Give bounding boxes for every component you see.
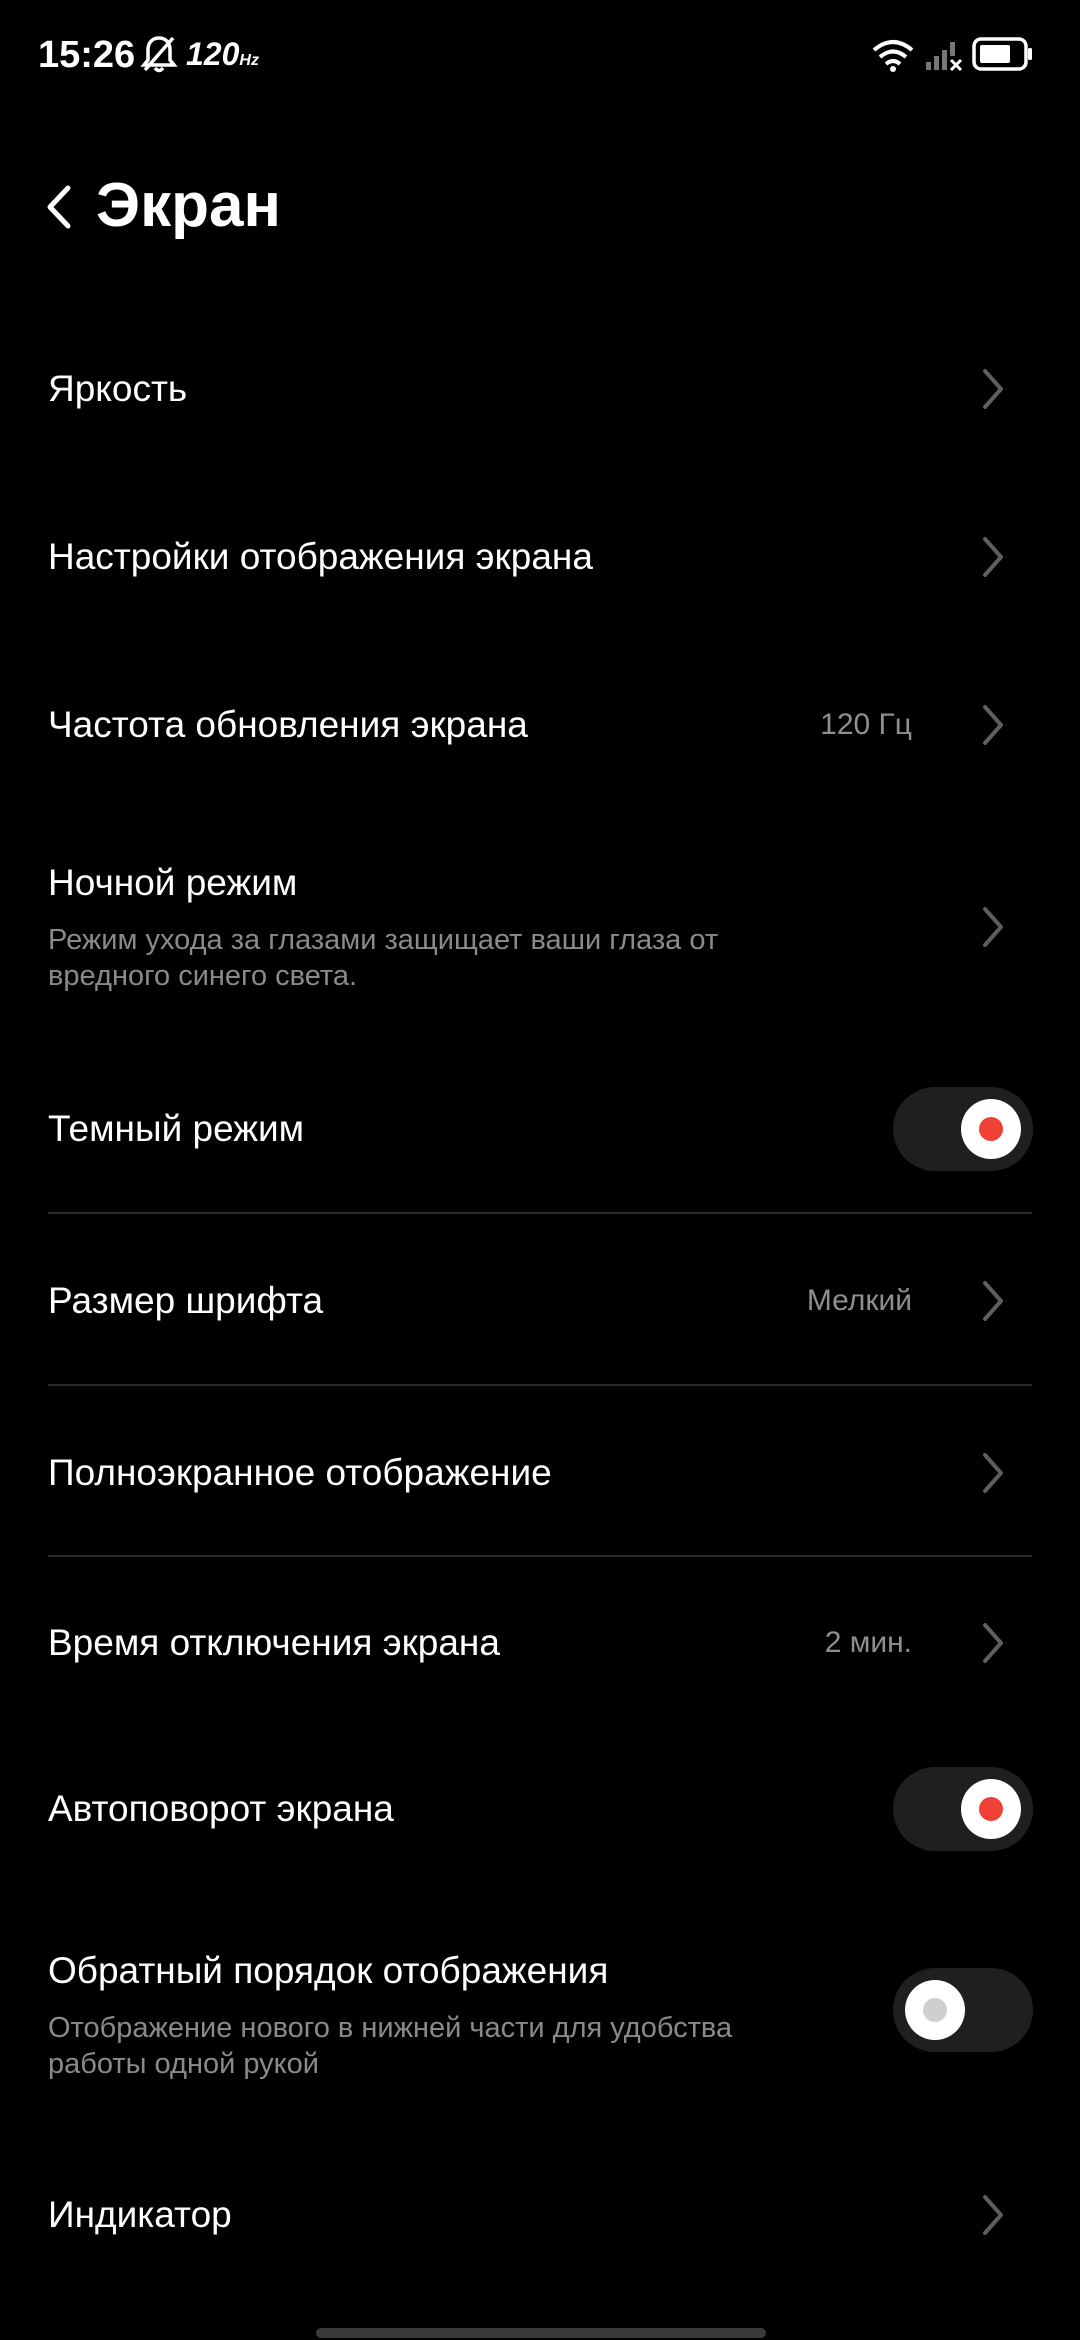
chevron-right-icon (983, 2195, 1003, 2235)
page-header: Экран (0, 160, 1080, 260)
divider (48, 1555, 1032, 1557)
setting-label: Индикатор (48, 2194, 232, 2235)
setting-refresh-rate[interactable]: Частота обновления экрана 120 Гц (0, 666, 1080, 784)
chevron-right-icon (983, 1281, 1003, 1321)
setting-brightness[interactable]: Яркость (0, 330, 1080, 448)
setting-description: Отображение нового в нижней части для уд… (48, 2012, 733, 2080)
chevron-right-icon (983, 369, 1003, 409)
setting-label: Автоповорот экрана (48, 1788, 394, 1829)
setting-dark-mode: Темный режим (0, 1070, 1080, 1188)
divider (48, 1212, 1032, 1214)
setting-night-mode[interactable]: Ночной режим Режим ухода за глазами защи… (0, 840, 1080, 1020)
setting-label: Яркость (48, 368, 188, 409)
refresh-rate-badge: 120Hz (186, 36, 259, 72)
setting-display-settings[interactable]: Настройки отображения экрана (0, 498, 1080, 616)
setting-value: 2 мин. (824, 1626, 912, 1659)
divider (48, 1384, 1032, 1386)
back-arrow-icon[interactable] (44, 182, 74, 232)
toggle-knob (905, 1980, 965, 2040)
status-bar: 15:26 120Hz (0, 0, 1080, 110)
chevron-right-icon (983, 705, 1003, 745)
chevron-right-icon (983, 907, 1003, 947)
toggle-knob (961, 1099, 1021, 1159)
setting-full-screen[interactable]: Полноэкранное отображение (0, 1412, 1080, 1530)
chevron-right-icon (983, 1453, 1003, 1493)
reverse-order-toggle[interactable] (893, 1968, 1033, 2052)
auto-rotate-toggle[interactable] (893, 1767, 1033, 1851)
wifi-icon (872, 40, 914, 72)
page-title: Экран (96, 171, 281, 240)
setting-label: Время отключения экрана (48, 1622, 500, 1663)
setting-auto-rotate: Автоповорот экрана (0, 1750, 1080, 1868)
setting-screen-timeout[interactable]: Время отключения экрана 2 мин. (0, 1584, 1080, 1702)
setting-font-size[interactable]: Размер шрифта Мелкий (0, 1242, 1080, 1360)
signal-icon (926, 42, 963, 72)
home-indicator-bar[interactable] (316, 2328, 766, 2338)
setting-value: 120 Гц (820, 708, 912, 741)
setting-label: Размер шрифта (48, 1280, 324, 1321)
toggle-knob (961, 1779, 1021, 1839)
battery-icon (972, 37, 1032, 71)
setting-value: Мелкий (806, 1284, 912, 1317)
setting-label: Темный режим (48, 1108, 305, 1149)
setting-description: Режим ухода за глазами защищает ваши гла… (48, 924, 719, 992)
setting-label: Полноэкранное отображение (48, 1452, 552, 1493)
setting-label: Настройки отображения экрана (48, 536, 593, 577)
setting-label: Ночной режим (48, 862, 298, 903)
status-time: 15:26 (38, 34, 136, 76)
chevron-right-icon (983, 1623, 1003, 1663)
bell-muted-icon (140, 36, 178, 73)
setting-indicator[interactable]: Индикатор (0, 2156, 1080, 2274)
setting-reverse-order: Обратный порядок отображения Отображение… (0, 1930, 1080, 2110)
setting-label: Частота обновления экрана (48, 704, 528, 745)
dark-mode-toggle[interactable] (893, 1087, 1033, 1171)
chevron-right-icon (983, 537, 1003, 577)
setting-label: Обратный порядок отображения (48, 1950, 609, 1991)
